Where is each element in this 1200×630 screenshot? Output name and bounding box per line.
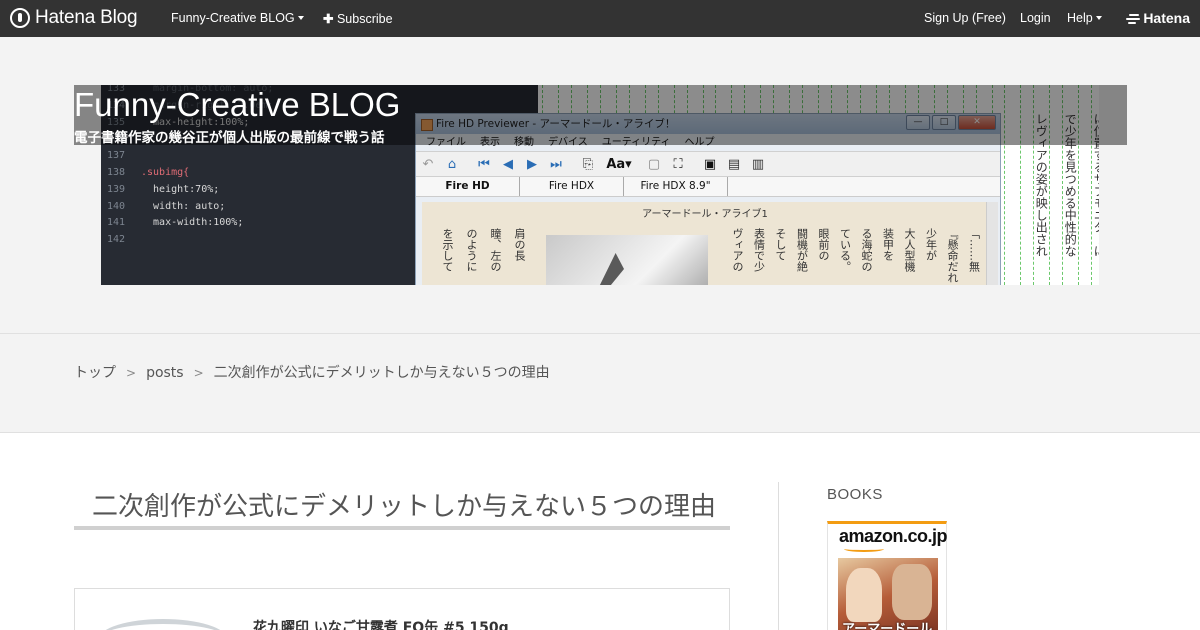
- device-tab: Fire HD: [416, 177, 520, 196]
- code-line-number: 142: [107, 234, 126, 246]
- blog-menu-dropdown[interactable]: Funny-Creative BLOG: [171, 11, 304, 25]
- page-text-column: 闘機が絶: [795, 228, 809, 272]
- blog-description: 電子書籍作家の幾谷正が個人出版の最前線で戦う話: [74, 130, 385, 146]
- code-line-number: 139: [107, 183, 126, 195]
- code-line-number: 140: [107, 200, 126, 212]
- portrait-icon: ▣: [703, 157, 717, 172]
- page-text-column: 瞳、左の: [489, 228, 502, 272]
- global-header: Hatena Blog Funny-Creative BLOG ✚ Subscr…: [0, 0, 1200, 37]
- home-icon: ⌂: [447, 157, 457, 172]
- first-page-icon: ⏮: [478, 157, 490, 172]
- amazon-logo: amazon.co.jp: [839, 526, 948, 546]
- hatena-brand-link[interactable]: Hatena: [1126, 10, 1190, 26]
- page-text-column: 『懸命だれ: [946, 228, 959, 283]
- page-text-column: 少年が: [924, 228, 938, 261]
- product-card[interactable]: 花九曜印 いなご甘露煮 EO缶 #5 150g: [74, 588, 730, 630]
- code-line-number: 141: [107, 217, 126, 229]
- ebook-page-preview: アーマードール・アライブ1 を示して のように 瞳、左の 肩の長 ヴィアの 表情で少 そして…: [422, 202, 988, 285]
- entry-title[interactable]: 二次創作が公式にデメリットしか与えない５つの理由: [92, 486, 716, 523]
- code-line: height:70%;: [141, 183, 220, 195]
- code-line-number: 137: [107, 150, 126, 162]
- brand-label: Hatena: [1143, 10, 1190, 26]
- hatena-blog-logo-icon: [10, 8, 30, 28]
- next-page-icon: ▶: [527, 157, 537, 172]
- spread-icon: ▥: [751, 157, 765, 172]
- page-text-column: 「……無: [967, 228, 981, 272]
- undo-icon: ↶: [422, 157, 434, 172]
- breadcrumb-band: トップ > posts > 二次創作が公式にデメリットしか与えない５つの理由: [0, 333, 1200, 433]
- copy-icon: ⎘: [582, 157, 594, 172]
- breadcrumb-current: 二次創作が公式にデメリットしか与えない５つの理由: [213, 365, 550, 381]
- page-text-column: 大人型機: [903, 228, 916, 272]
- breadcrumb: トップ > posts > 二次創作が公式にデメリットしか与えない５つの理由: [74, 362, 550, 382]
- subscribe-label: Subscribe: [336, 12, 393, 26]
- device-tabs: Fire HD Fire HDX Fire HDX 8.9": [416, 177, 1000, 197]
- column-divider: [778, 482, 779, 630]
- window-toolbar: ↶ ⌂ ⏮ ◀ ▶ ⏭ ⎘ Aa▾ ▢ ⛶ ▣ ▤ ▥: [416, 151, 1000, 177]
- fit-icon: ▢: [647, 157, 661, 172]
- font-size-icon: Aa▾: [606, 157, 632, 172]
- signup-link[interactable]: Sign Up (Free): [924, 11, 1006, 25]
- page-text-column: 装甲を: [881, 228, 895, 261]
- device-tab: Fire HDX 8.9": [624, 177, 728, 196]
- help-dropdown[interactable]: Help: [1067, 11, 1102, 25]
- breadcrumb-separator: >: [193, 366, 204, 380]
- plus-icon: ✚: [323, 12, 334, 26]
- device-tab: Fire HDX: [520, 177, 624, 196]
- code-line: .subimg{: [141, 167, 190, 178]
- hatena-brand-icon: [1126, 13, 1141, 24]
- page-text-column: そして: [774, 228, 787, 261]
- fullscreen-icon: ⛶: [673, 157, 683, 172]
- amazon-smile-icon: [844, 546, 884, 552]
- code-line-number: 138: [107, 167, 126, 178]
- page-text-column: ヴィアの: [731, 228, 744, 272]
- last-page-icon: ⏭: [550, 157, 562, 172]
- code-line: width: auto;: [141, 200, 226, 212]
- page-text-column: 肩の長: [513, 228, 526, 261]
- prev-page-icon: ◀: [503, 157, 513, 172]
- login-link[interactable]: Login: [1020, 11, 1051, 25]
- illustration-image: [546, 235, 708, 285]
- code-line: max-width:100%;: [141, 217, 244, 229]
- product-image[interactable]: [99, 619, 227, 630]
- blog-header: 133 margin-bottom: auto; 134 margin-right…: [0, 37, 1200, 333]
- cover-character: [892, 564, 932, 620]
- entry-header: 二次創作が公式にデメリットしか与えない５つの理由: [74, 483, 730, 530]
- page-text-column: ている。: [838, 228, 852, 272]
- breadcrumb-top-link[interactable]: トップ: [74, 365, 116, 381]
- book-cover-image[interactable]: アーマードール: [838, 558, 938, 630]
- page-text-column: を示して: [441, 228, 454, 272]
- hatena-blog-logo[interactable]: Hatena Blog: [10, 7, 138, 29]
- logo-text: Hatena Blog: [35, 7, 138, 28]
- subscribe-button[interactable]: ✚ Subscribe: [323, 11, 393, 26]
- blog-title[interactable]: Funny-Creative BLOG: [74, 85, 400, 125]
- page-text-column: る海蛇の: [860, 228, 873, 272]
- page-text-column: 眼前の: [817, 228, 830, 261]
- product-name[interactable]: 花九曜印 いなご甘露煮 EO缶 #5 150g: [253, 617, 509, 630]
- book-cover-title: アーマードール: [842, 622, 933, 630]
- breadcrumb-posts-link[interactable]: posts: [146, 365, 184, 381]
- breadcrumb-separator: >: [126, 366, 137, 380]
- scrollbar: [986, 202, 998, 285]
- page-title: アーマードール・アライブ1: [642, 209, 768, 220]
- amazon-book-widget[interactable]: amazon.co.jp アーマードール: [827, 521, 948, 630]
- page-text-column: 表情で少: [752, 228, 766, 272]
- sidebar-heading: BOOKS: [827, 486, 883, 503]
- page-text-column: のように: [465, 228, 478, 272]
- page-icon: ▤: [727, 157, 741, 172]
- cover-character: [846, 568, 882, 622]
